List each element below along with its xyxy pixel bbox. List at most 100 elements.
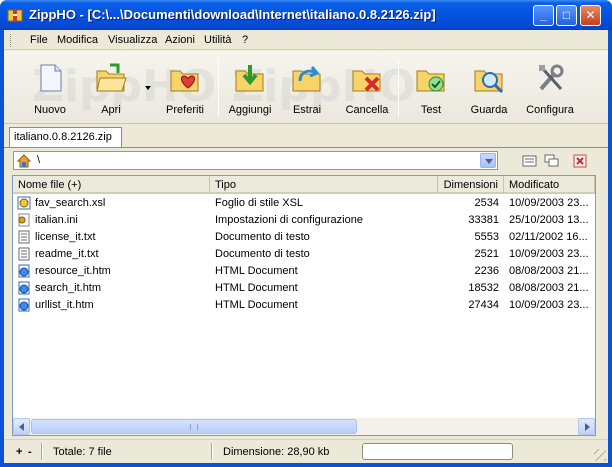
nuovo-label: Nuovo: [34, 104, 66, 116]
cancella-button[interactable]: Cancella: [336, 57, 398, 119]
collapse-all-button[interactable]: -: [28, 446, 32, 458]
file-type: Impostazioni di configurazione: [215, 214, 363, 226]
file-size: 27434: [468, 299, 499, 311]
expand-all-button[interactable]: +: [16, 446, 22, 458]
file-name: fav_search.xsl: [35, 197, 106, 209]
file-type: Documento di testo: [215, 248, 310, 260]
status-bar: + - Totale: 7 file Dimensione: 28,90 kb: [4, 439, 608, 463]
minimize-button[interactable]: _: [533, 5, 554, 26]
file-name: italian.ini: [35, 214, 78, 226]
menu-bar: File Modifica Visualizza Azioni Utilità …: [4, 30, 608, 50]
file-type: Documento di testo: [215, 231, 310, 243]
scroll-right-button[interactable]: [578, 418, 595, 435]
details-view-icon[interactable]: [522, 154, 538, 168]
resize-grip[interactable]: [594, 449, 606, 461]
file-modified: 08/08/2003 21...: [509, 282, 589, 294]
estrai-button[interactable]: Estrai: [276, 57, 338, 119]
scroll-thumb[interactable]: [31, 419, 357, 434]
path-bar: \: [4, 147, 608, 171]
aggiungi-label: Aggiungi: [228, 104, 272, 116]
menu-utilita[interactable]: Utilità: [204, 34, 232, 46]
html-file-icon: [18, 298, 30, 312]
scroll-left-button[interactable]: [13, 418, 30, 435]
preferiti-label: Preferiti: [166, 104, 204, 116]
file-type: HTML Document: [215, 299, 298, 311]
table-row[interactable]: resource_it.htm HTML Document 2236 08/08…: [13, 263, 595, 280]
menu-visualizza[interactable]: Visualizza: [108, 34, 157, 46]
ini-file-icon: [18, 213, 30, 227]
client-area: File Modifica Visualizza Azioni Utilità …: [4, 30, 608, 463]
column-header-type[interactable]: Tipo: [210, 176, 438, 194]
menu-grip[interactable]: [10, 34, 13, 47]
table-row[interactable]: fav_search.xsl Foglio di stile XSL 2534 …: [13, 195, 595, 212]
scroll-thumb-grip: [190, 424, 198, 430]
toolbar-separator: [398, 59, 399, 117]
status-separator: [211, 443, 213, 460]
file-size: 2236: [474, 265, 499, 277]
file-modified: 10/09/2003 23...: [509, 197, 589, 209]
maximize-button[interactable]: □: [556, 5, 577, 26]
file-modified: 25/10/2003 13...: [509, 214, 589, 226]
status-separator: [41, 443, 43, 460]
file-name: urllist_it.htm: [35, 299, 94, 311]
table-row[interactable]: readme_it.txt Documento di testo 2521 10…: [13, 246, 595, 263]
table-row[interactable]: license_it.txt Documento di testo 5553 0…: [13, 229, 595, 246]
file-size: 33381: [468, 214, 499, 226]
file-size: 5553: [474, 231, 499, 243]
test-icon: [416, 70, 445, 92]
new-window-icon[interactable]: [544, 154, 560, 168]
html-file-icon: [18, 264, 30, 278]
horizontal-scrollbar[interactable]: [13, 418, 595, 435]
column-header-size[interactable]: Dimensioni: [438, 176, 504, 194]
delete-icon: [352, 70, 381, 92]
preferiti-button[interactable]: Preferiti: [154, 57, 216, 119]
file-name: license_it.txt: [35, 231, 96, 243]
main-toolbar: ZippHO ZippHO Nuovo Apri Preferiti Aggiu…: [4, 51, 608, 124]
aggiungi-button[interactable]: Aggiungi: [219, 57, 281, 119]
file-name: readme_it.txt: [35, 248, 99, 260]
status-total-size: Dimensione: 28,90 kb: [223, 446, 330, 458]
file-type: Foglio di stile XSL: [215, 197, 304, 209]
menu-azioni[interactable]: Azioni: [165, 34, 195, 46]
file-type: HTML Document: [215, 265, 298, 277]
text-file-icon: [18, 230, 30, 244]
cancella-label: Cancella: [345, 104, 389, 116]
configura-button[interactable]: Configura: [519, 57, 581, 119]
column-header-name[interactable]: Nome file (+): [13, 176, 210, 194]
status-total-files: Totale: 7 file: [53, 446, 112, 458]
guarda-button[interactable]: Guarda: [458, 57, 520, 119]
file-name: search_it.htm: [35, 282, 102, 294]
apri-label: Apri: [101, 104, 121, 116]
html-file-icon: [18, 281, 30, 295]
archive-tabstrip: italiano.0.8.2126.zip: [4, 125, 608, 147]
window-title: ZippHO - [C:\...\Documenti\download\Inte…: [29, 7, 436, 22]
add-to-archive-icon: [235, 65, 264, 92]
nuovo-button[interactable]: Nuovo: [19, 57, 81, 119]
apri-button[interactable]: Apri: [80, 57, 142, 119]
table-row[interactable]: italian.ini Impostazioni di configurazio…: [13, 212, 595, 229]
test-button[interactable]: Test: [400, 57, 462, 119]
file-type: HTML Document: [215, 282, 298, 294]
path-dropdown-button[interactable]: [480, 153, 496, 168]
close-archive-icon[interactable]: [573, 154, 589, 168]
apri-dropdown-arrow[interactable]: [145, 86, 151, 90]
file-name: resource_it.htm: [35, 265, 111, 277]
zippho-app-icon[interactable]: [7, 7, 23, 23]
path-value: \: [37, 154, 41, 166]
path-combobox[interactable]: \: [13, 151, 498, 170]
column-header-modified[interactable]: Modificato: [504, 176, 595, 194]
title-bar[interactable]: ZippHO - [C:\...\Documenti\download\Inte…: [0, 0, 612, 30]
tab-italiano-zip[interactable]: italiano.0.8.2126.zip: [9, 127, 122, 147]
progress-bar: [362, 443, 513, 460]
file-size: 2534: [474, 197, 499, 209]
file-modified: 08/08/2003 21...: [509, 265, 589, 277]
file-size: 18532: [468, 282, 499, 294]
menu-file[interactable]: File: [30, 34, 48, 46]
close-button[interactable]: ✕: [580, 5, 601, 26]
test-label: Test: [420, 104, 442, 116]
menu-modifica[interactable]: Modifica: [57, 34, 98, 46]
configure-tools-icon: [539, 64, 564, 91]
menu-help[interactable]: ?: [242, 34, 248, 46]
table-row[interactable]: urllist_it.htm HTML Document 27434 10/09…: [13, 297, 595, 314]
table-row[interactable]: search_it.htm HTML Document 18532 08/08/…: [13, 280, 595, 297]
